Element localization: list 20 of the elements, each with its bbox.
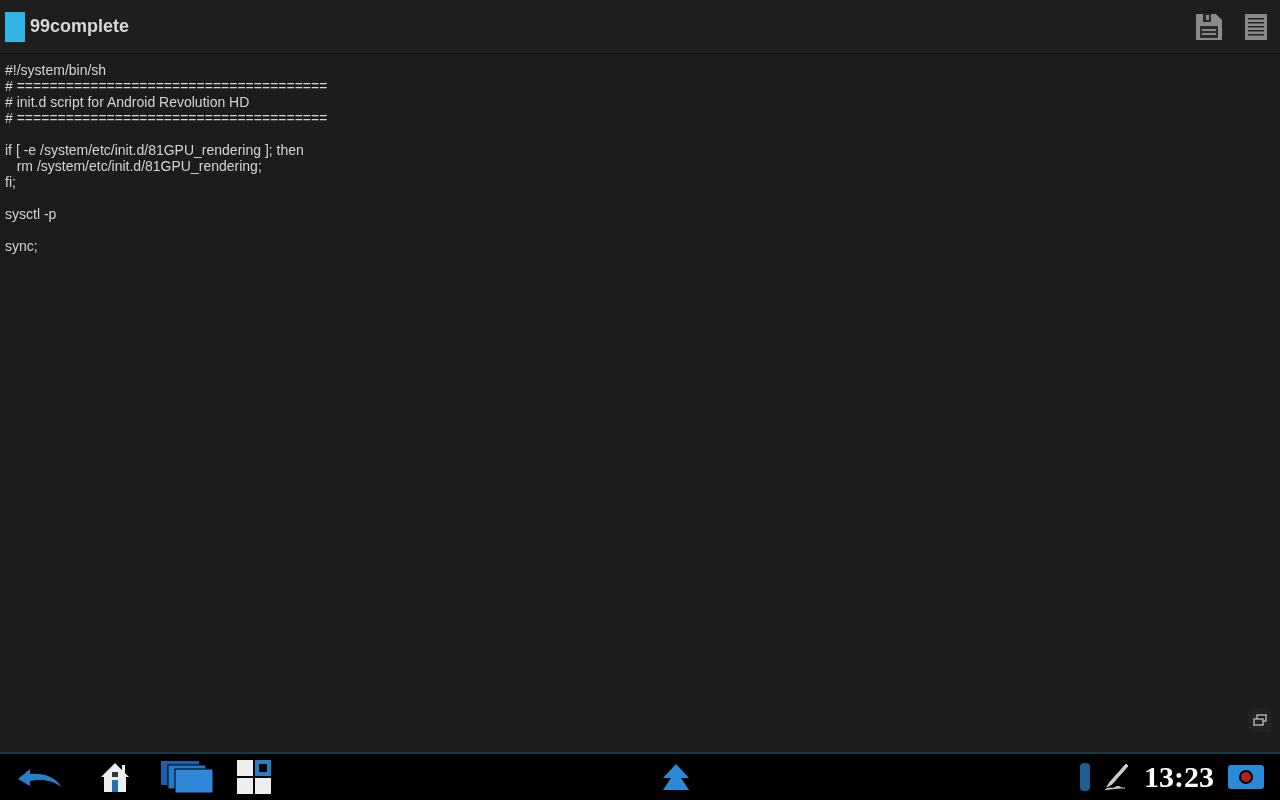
app-icon [5,11,25,42]
pen-icon [1102,762,1128,792]
code-line: rm /system/etc/init.d/81GPU_rendering; [15,158,262,174]
home-icon[interactable] [100,761,130,793]
up-arrow-icon[interactable] [662,763,690,791]
code-line: #!/system/bin/sh [5,62,107,78]
code-line: sync; [5,238,38,254]
code-line: fi; [5,174,16,190]
code-line: # init.d script for Android Revolution HD [5,94,250,110]
code-line: sysctl -p [5,206,57,222]
apps-grid-icon[interactable] [236,759,272,795]
code-line: # ====================================== [5,78,328,94]
save-icon[interactable] [1194,11,1224,42]
window-restore-icon[interactable] [1248,708,1272,732]
menu-icon[interactable] [1244,12,1268,41]
recent-apps-icon[interactable] [160,760,214,794]
window-title: 99complete [30,15,130,38]
clock: 13:23 [1144,762,1214,792]
code-line: # ====================================== [5,110,328,126]
code-line: if [ -e /system/etc/init.d/81GPU_rendering ]; then [5,142,304,158]
